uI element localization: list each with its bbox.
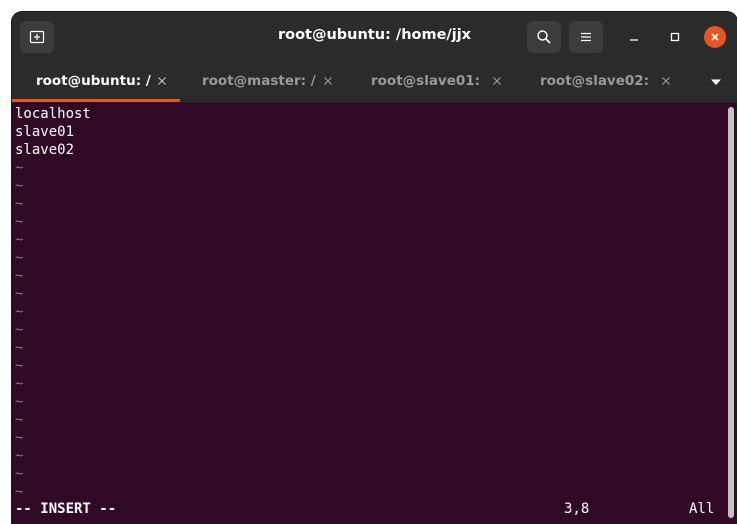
empty-line-marker: ~ xyxy=(15,340,24,356)
empty-line-marker: ~ xyxy=(15,196,24,212)
empty-line-marker: ~ xyxy=(15,232,24,248)
tab-bar: root@ubuntu: /home/jjx root@master: / ro… xyxy=(12,62,737,103)
empty-line-marker: ~ xyxy=(15,214,24,230)
tab-close-button[interactable] xyxy=(659,73,673,89)
tab-label: root@master: / xyxy=(202,73,316,89)
new-tab-icon xyxy=(29,30,45,44)
tab-close-button[interactable] xyxy=(155,73,169,89)
new-tab-button[interactable] xyxy=(20,21,54,53)
tab-label: root@slave02: ~ xyxy=(540,73,655,89)
empty-line-marker: ~ xyxy=(15,394,24,410)
maximize-icon xyxy=(670,32,680,42)
tab-list-button[interactable] xyxy=(706,74,726,90)
close-icon xyxy=(324,77,332,85)
tab-root-slave02[interactable]: root@slave02: ~ xyxy=(516,62,684,102)
tab-label: root@slave01: ~ xyxy=(371,73,486,89)
empty-line-marker: ~ xyxy=(15,358,24,374)
scroll-position: All xyxy=(689,501,715,517)
empty-line-marker: ~ xyxy=(15,484,24,500)
empty-line-marker: ~ xyxy=(15,430,24,446)
empty-line-marker: ~ xyxy=(15,466,24,482)
buffer-line: slave01 xyxy=(15,124,75,140)
close-icon xyxy=(711,33,719,41)
search-button[interactable] xyxy=(527,21,561,53)
maximize-button[interactable] xyxy=(663,25,687,49)
chevron-down-icon xyxy=(711,79,721,85)
empty-line-marker: ~ xyxy=(15,304,24,320)
search-icon xyxy=(537,30,551,44)
empty-line-marker: ~ xyxy=(15,268,24,284)
active-tab-indicator xyxy=(12,99,180,102)
close-icon xyxy=(158,77,166,85)
menu-button[interactable] xyxy=(569,21,603,53)
tab-root-master[interactable]: root@master: / xyxy=(178,62,346,102)
tab-close-button[interactable] xyxy=(490,73,504,89)
title-bar[interactable]: root@ubuntu: /home/jjx xyxy=(12,12,737,62)
buffer-line: slave02 xyxy=(15,142,75,158)
minimize-button[interactable] xyxy=(622,25,646,49)
empty-line-marker: ~ xyxy=(15,376,24,392)
terminal-content[interactable]: localhost slave01 slave02 ~ ~ ~ ~ ~ ~ ~ ~ ~ ~ ~ ~ ~ ~… xyxy=(12,103,725,524)
empty-line-marker: ~ xyxy=(15,448,24,464)
close-icon xyxy=(662,77,670,85)
cursor-position: 3,8 xyxy=(564,501,590,517)
terminal-window: root@ubuntu: /home/jjx root@ubuntu: / ro… xyxy=(12,12,737,524)
scrollbar-thumb[interactable] xyxy=(728,107,734,518)
empty-line-marker: ~ xyxy=(15,250,24,266)
empty-line-marker: ~ xyxy=(15,412,24,428)
scrollbar[interactable] xyxy=(725,103,737,524)
tab-label: root@ubuntu: /home/jjx xyxy=(36,73,151,89)
minimize-icon xyxy=(630,39,638,41)
tab-root-slave01[interactable]: root@slave01: ~ xyxy=(347,62,515,102)
vim-mode-indicator: -- INSERT -- xyxy=(15,501,117,517)
empty-line-marker: ~ xyxy=(15,322,24,338)
empty-line-marker: ~ xyxy=(15,286,24,302)
empty-line-marker: ~ xyxy=(15,178,24,194)
tab-close-button[interactable] xyxy=(321,73,335,89)
close-button[interactable] xyxy=(704,26,726,48)
empty-line-marker: ~ xyxy=(15,160,24,176)
tab-root-ubuntu[interactable]: root@ubuntu: /home/jjx xyxy=(12,62,180,102)
hamburger-menu-icon xyxy=(581,32,591,42)
buffer-line: localhost xyxy=(15,106,91,122)
close-icon xyxy=(493,77,501,85)
